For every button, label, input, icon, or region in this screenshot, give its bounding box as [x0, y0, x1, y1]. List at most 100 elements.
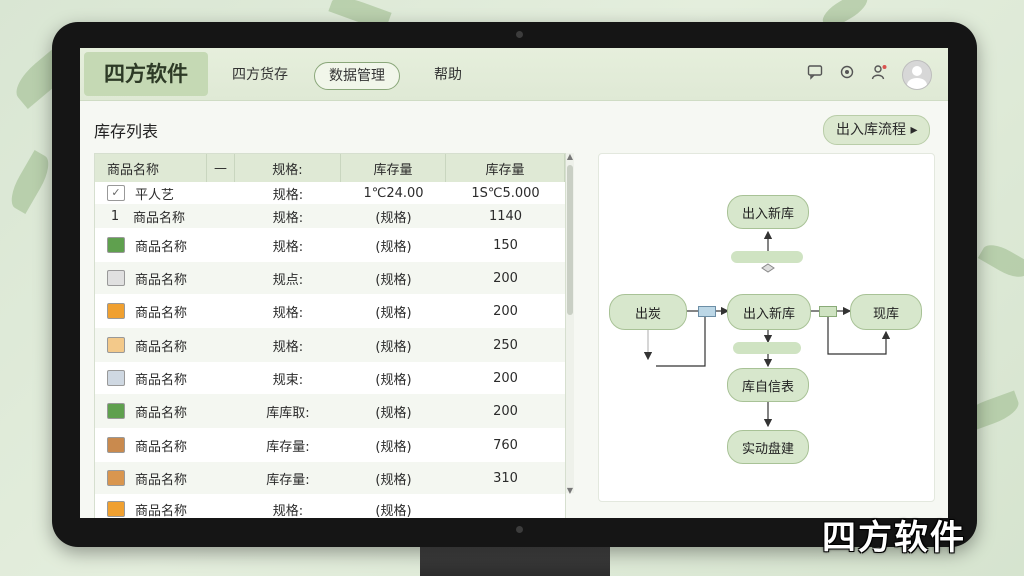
- table-row[interactable]: 商品名称 规格: (规格) 250: [95, 328, 565, 363]
- qty-cell: 760: [493, 437, 518, 453]
- flow-connector-box: [819, 306, 837, 317]
- qty-cell: 200: [493, 270, 518, 286]
- product-name-cell: 商品名称: [95, 294, 207, 328]
- column-header[interactable]: 库存量: [446, 154, 565, 182]
- product-name-cell: 商品名称: [95, 462, 207, 494]
- product-name-cell: 1 商品名称: [95, 204, 207, 228]
- page-title: 库存列表: [94, 122, 159, 141]
- stock-cell: (规格): [375, 439, 412, 455]
- nav-item-storage[interactable]: 四方货存: [232, 62, 288, 88]
- qty-cell: 310: [493, 470, 518, 486]
- column-header[interactable]: 商品名称: [95, 154, 207, 182]
- product-name: 商品名称: [133, 210, 186, 226]
- table-row[interactable]: ✓ 平人艺 规格: 1℃24.00 1S℃5.000: [95, 182, 565, 205]
- stock-cell: 1℃24.00: [363, 185, 424, 201]
- watermark-text: 四方软件: [822, 518, 966, 558]
- product-name: 商品名称: [135, 405, 188, 421]
- product-name-cell: 商品名称: [95, 428, 207, 462]
- boxes-icon: [107, 370, 125, 386]
- qty-cell: 150: [493, 237, 518, 253]
- spec-cell: 库存量:: [266, 472, 310, 488]
- avatar[interactable]: [902, 60, 932, 90]
- flow-node-mid[interactable]: 库自信表: [727, 368, 809, 402]
- app-screen: 四方软件 四方货存 数据管理 帮助 库存列表 出入库流程 ▸ 商品名称 — 规格…: [80, 48, 948, 518]
- product-name-cell: 商品名称: [95, 494, 207, 518]
- top-bar: 四方软件 四方货存 数据管理 帮助: [80, 48, 948, 101]
- column-header[interactable]: 库存量: [341, 154, 446, 182]
- spec-cell: 规格:: [272, 339, 304, 355]
- leaf-decoration: [4, 150, 56, 214]
- open-box-icon: [107, 337, 125, 353]
- spec-cell: 规点:: [272, 272, 304, 288]
- blank-cell: [207, 204, 235, 228]
- blank-cell: [207, 362, 235, 394]
- table-row[interactable]: 商品名称 库存量: (规格) 760: [95, 428, 565, 463]
- spec-cell: 规格:: [272, 305, 304, 321]
- product-name-cell: 商品名称: [95, 394, 207, 428]
- flow-node-top[interactable]: 出入新库: [727, 195, 809, 229]
- nav-item-data[interactable]: 数据管理: [314, 62, 400, 90]
- qty-cell: 200: [493, 403, 518, 419]
- green-box-icon: [107, 237, 125, 253]
- product-name: 平人艺: [135, 187, 175, 203]
- table-scrollbar[interactable]: [566, 153, 574, 493]
- product-name: 商品名称: [135, 439, 188, 455]
- leaf-decoration: [977, 238, 1024, 284]
- blank-cell: [207, 228, 235, 262]
- stock-cell: (规格): [375, 503, 412, 519]
- qty-cell: 1140: [488, 208, 523, 224]
- gray-box-icon: [107, 270, 125, 286]
- stock-cell: (规格): [375, 272, 412, 288]
- stock-cell: (规格): [375, 472, 412, 488]
- table-row[interactable]: 商品名称 库存量: (规格) 310: [95, 462, 565, 495]
- flow-panel: 出入新库 出炭 出入新库 现库 库自信表 实动盘建: [598, 153, 935, 502]
- flow-node-center[interactable]: 出入新库: [727, 294, 811, 330]
- product-name: 商品名称: [135, 272, 188, 288]
- stock-cell: (规格): [375, 210, 412, 226]
- app-logo[interactable]: 四方软件: [84, 52, 208, 96]
- product-name-cell: ✓ 平人艺: [95, 182, 207, 204]
- blank-cell: [207, 462, 235, 494]
- flow-node-bottom[interactable]: 实动盘建: [727, 430, 809, 464]
- table-row[interactable]: 商品名称 库库取: (规格) 200: [95, 394, 565, 429]
- table-row[interactable]: 商品名称 规点: (规格) 200: [95, 262, 565, 295]
- table-row[interactable]: 1 商品名称 规格: (规格) 1140: [95, 204, 565, 229]
- flow-node-right[interactable]: 现库: [850, 294, 922, 330]
- stock-cell: (规格): [375, 305, 412, 321]
- column-header[interactable]: —: [207, 154, 235, 182]
- qty-cell: [446, 494, 565, 518]
- nav-item-help[interactable]: 帮助: [434, 62, 462, 88]
- table-row[interactable]: 商品名称 规格: (规格) 150: [95, 228, 565, 263]
- spec-cell: 规束:: [272, 372, 304, 388]
- check-icon: ✓: [107, 185, 125, 201]
- flow-bar: [733, 342, 801, 354]
- column-header[interactable]: 规格:: [235, 154, 341, 182]
- qty-cell: 250: [493, 337, 518, 353]
- orange-box-icon: [107, 303, 125, 319]
- spec-cell: 规格:: [272, 187, 304, 203]
- table-row[interactable]: 商品名称 规格: (规格) 200: [95, 294, 565, 329]
- brown-box-icon: [107, 437, 125, 453]
- user-alert-icon[interactable]: [870, 64, 888, 82]
- table-header: 商品名称 — 规格: 库存量 库存量: [95, 154, 565, 183]
- scroll-up-icon[interactable]: ▲: [566, 152, 574, 161]
- orange-box-icon: [107, 501, 125, 517]
- scrollbar-thumb[interactable]: [567, 165, 573, 315]
- blank-cell: [207, 182, 235, 204]
- table-row[interactable]: 商品名称 规束: (规格) 200: [95, 362, 565, 395]
- product-name: 商品名称: [135, 472, 188, 488]
- product-name: 商品名称: [135, 339, 188, 355]
- chat-icon[interactable]: [806, 64, 824, 82]
- scroll-down-icon[interactable]: ▼: [566, 486, 574, 495]
- stock-cell: (规格): [375, 405, 412, 421]
- flow-button[interactable]: 出入库流程 ▸: [823, 115, 931, 145]
- product-name: 商品名称: [135, 239, 188, 255]
- spec-cell: 库库取:: [266, 405, 310, 421]
- flow-node-left[interactable]: 出炭: [609, 294, 687, 330]
- camera-dot: [516, 31, 523, 38]
- blank-cell: [207, 294, 235, 328]
- settings-icon[interactable]: [838, 64, 856, 82]
- row-number: 1: [110, 208, 120, 224]
- table-row[interactable]: 商品名称 规格: (规格): [95, 494, 565, 518]
- product-name: 商品名称: [135, 372, 188, 388]
